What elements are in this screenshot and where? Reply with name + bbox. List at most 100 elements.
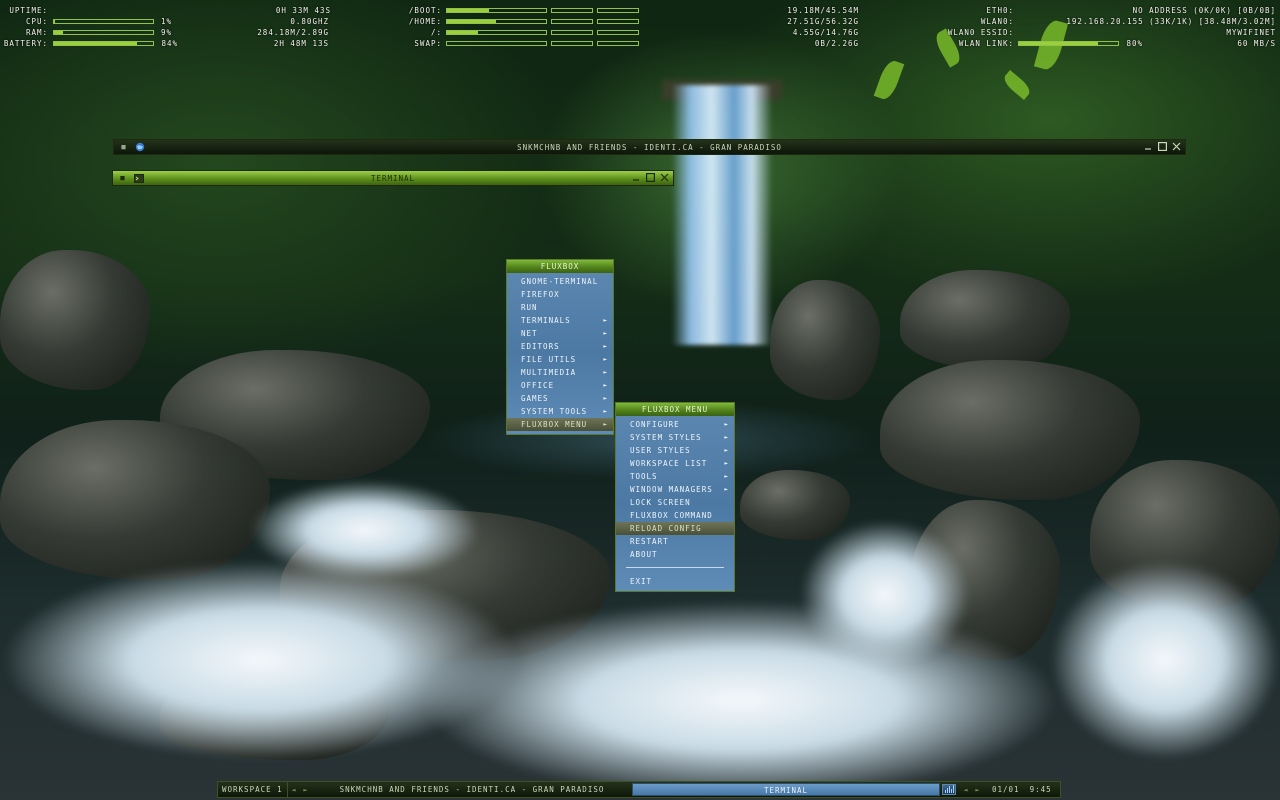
menu-item-reload-config[interactable]: RELOAD CONFIG	[616, 522, 734, 535]
clock[interactable]: 01/01 9:45	[992, 782, 1052, 797]
task-label: TERMINAL	[763, 786, 809, 795]
conky-net-row: ETH0: NO ADDRESS (0K/0K) [0B/0B]	[880, 5, 1276, 16]
menu-separator	[626, 567, 724, 568]
terminal-window-titlebar[interactable]: ■ TERMINAL	[112, 170, 674, 186]
conky-label: /HOME:	[408, 17, 442, 26]
conky-extra: 284.18M/2.89G	[257, 28, 329, 37]
window-title: SNKMCHNB AND FRIENDS - IDENTI.CA - GRAN …	[517, 142, 782, 152]
menu-item-lock-screen[interactable]: LOCK SCREEN	[616, 496, 734, 509]
disk-io-bar	[597, 30, 639, 35]
next-window-button[interactable]: ►	[972, 786, 984, 794]
menu-item-exit[interactable]: EXIT	[616, 575, 734, 588]
conky-value: MYWIFINET	[1226, 28, 1276, 37]
menu-item-window-managers[interactable]: WINDOW MANAGERS ►	[616, 483, 734, 496]
conky-value: 9%	[160, 28, 172, 37]
task-label: SNKMCHNB AND FRIENDS - IDENTI.CA - GRAN …	[339, 785, 605, 794]
submenu-arrow-icon: ►	[724, 421, 729, 428]
submenu-arrow-icon: ►	[724, 460, 729, 467]
menu-item-restart[interactable]: RESTART	[616, 535, 734, 548]
conky-cpu-row: CPU: 1% 0.80GHZ	[0, 16, 335, 27]
conky-label: BATTERY:	[3, 39, 48, 48]
close-button[interactable]	[1171, 141, 1181, 151]
conky-extra: 60 MB/S	[1237, 39, 1276, 48]
submenu-arrow-icon: ►	[724, 447, 729, 454]
prev-window-button[interactable]: ◄	[960, 786, 972, 794]
menu-item-system-styles[interactable]: SYSTEM STYLES ►	[616, 431, 734, 444]
prev-workspace-button[interactable]: ◄	[288, 786, 300, 794]
menu-item-firefox[interactable]: FIREFOX	[507, 288, 613, 301]
conky-disk-row: /BOOT: 19.18M/45.54M	[400, 5, 865, 16]
menu-item-games[interactable]: GAMES ►	[507, 392, 613, 405]
taskbar-item-browser[interactable]: SNKMCHNB AND FRIENDS - IDENTI.CA - GRAN …	[312, 783, 632, 796]
close-button[interactable]	[659, 172, 669, 182]
conky-value: 19.18M/45.54M	[787, 6, 859, 15]
disk-io-bar	[551, 19, 593, 24]
minimize-button[interactable]	[1143, 141, 1153, 151]
minimize-button[interactable]	[631, 172, 641, 182]
conky-disk-monitor: /BOOT: 19.18M/45.54M /HOME: 27.51G/56.32…	[400, 5, 865, 49]
clock-date: 01/01	[992, 785, 1020, 794]
window-menu-icon[interactable]: ■	[117, 172, 129, 184]
disk-io-bar	[597, 8, 639, 13]
swap-usage-bar	[446, 41, 547, 46]
disk-boot-bar	[446, 8, 547, 13]
wlan-link-bar	[1018, 41, 1119, 46]
conky-value: 84%	[161, 39, 178, 48]
menu-item-net[interactable]: NET ►	[507, 327, 613, 340]
system-tray-monitor-icon[interactable]	[942, 784, 956, 795]
conky-label: WLAN0 ESSID:	[947, 28, 1014, 37]
window-menu-icon[interactable]: ■	[118, 141, 130, 153]
submenu-arrow-icon: ►	[603, 356, 608, 363]
clock-time: 9:45	[1029, 785, 1052, 794]
conky-disk-row: /HOME: 27.51G/56.32G	[400, 16, 865, 27]
next-workspace-button[interactable]: ►	[300, 786, 312, 794]
submenu-arrow-icon: ►	[724, 434, 729, 441]
desktop-wallpaper	[0, 0, 1280, 800]
menu-item-fluxbox-command[interactable]: FLUXBOX COMMAND	[616, 509, 734, 522]
workspace-label: WORKSPACE 1	[222, 785, 283, 794]
taskbar-item-terminal[interactable]: TERMINAL	[632, 783, 940, 796]
disk-root-bar	[446, 30, 547, 35]
disk-io-bar	[597, 41, 639, 46]
conky-value: 0H 33M 43S	[275, 6, 331, 15]
fluxbox-root-menu: FLUXBOX GNOME-TERMINAL FIREFOX RUN TERMI…	[506, 259, 614, 435]
submenu-arrow-icon: ►	[603, 317, 608, 324]
submenu-arrow-icon: ►	[603, 395, 608, 402]
menu-item-tools[interactable]: TOOLS ►	[616, 470, 734, 483]
menu-item-user-styles[interactable]: USER STYLES ►	[616, 444, 734, 457]
conky-net-row: WLAN LINK: 80% 60 MB/S	[880, 38, 1276, 49]
disk-io-bar	[551, 8, 593, 13]
fluxbox-toolbar: WORKSPACE 1 ◄ ► SNKMCHNB AND FRIENDS - I…	[217, 781, 1061, 798]
conky-disk-row: /: 4.55G/14.76G	[400, 27, 865, 38]
menu-item-fluxbox-menu[interactable]: FLUXBOX MENU ►	[507, 418, 613, 431]
menu-title: FLUXBOX MENU	[616, 403, 734, 416]
menu-item-editors[interactable]: EDITORS ►	[507, 340, 613, 353]
globe-icon	[134, 141, 146, 153]
maximize-button[interactable]	[1157, 141, 1167, 151]
menu-item-office[interactable]: OFFICE ►	[507, 379, 613, 392]
conky-battery-row: BATTERY: 84% 2H 48M 13S	[0, 38, 335, 49]
conky-label: WLAN LINK:	[958, 39, 1014, 48]
menu-item-file-utils[interactable]: FILE UTILS ►	[507, 353, 613, 366]
menu-item-multimedia[interactable]: MULTIMEDIA ►	[507, 366, 613, 379]
conky-ram-row: RAM: 9% 284.18M/2.89G	[0, 27, 335, 38]
menu-item-about[interactable]: ABOUT	[616, 548, 734, 561]
cpu-usage-bar	[53, 19, 154, 24]
conky-disk-row: SWAP: 0B/2.26G	[400, 38, 865, 49]
menu-item-configure[interactable]: CONFIGURE ►	[616, 418, 734, 431]
submenu-arrow-icon: ►	[603, 369, 608, 376]
disk-io-bar	[551, 30, 593, 35]
browser-window-titlebar[interactable]: ■ SNKMCHNB AND FRIENDS - IDENTI.CA - GRA…	[113, 139, 1186, 155]
maximize-button[interactable]	[645, 172, 655, 182]
conky-uptime-row: UPTIME: 0H 33M 43S	[0, 5, 335, 16]
fluxbox-submenu: FLUXBOX MENU CONFIGURE ► SYSTEM STYLES ► U…	[615, 402, 735, 592]
menu-item-system-tools[interactable]: SYSTEM TOOLS ►	[507, 405, 613, 418]
terminal-icon	[133, 172, 145, 184]
menu-item-run[interactable]: RUN	[507, 301, 613, 314]
workspace-name[interactable]: WORKSPACE 1	[218, 782, 288, 797]
submenu-arrow-icon: ►	[603, 408, 608, 415]
menu-item-gnome-terminal[interactable]: GNOME-TERMINAL	[507, 275, 613, 288]
menu-item-terminals[interactable]: TERMINALS ►	[507, 314, 613, 327]
battery-level-bar	[53, 41, 154, 46]
menu-item-workspace-list[interactable]: WORKSPACE LIST ►	[616, 457, 734, 470]
